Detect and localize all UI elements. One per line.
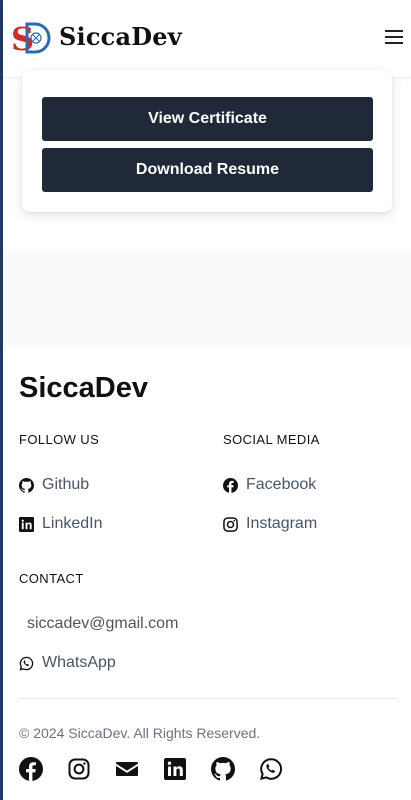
facebook-label: Facebook — [246, 476, 317, 493]
whatsapp-link[interactable]: WhatsApp — [19, 654, 116, 672]
linkedin-icon — [19, 516, 34, 532]
whatsapp-icon[interactable] — [259, 757, 283, 781]
social-icons-row — [19, 757, 283, 781]
email-link[interactable]: siccadev@gmail.com — [27, 615, 178, 633]
whatsapp-icon — [19, 656, 34, 670]
github-icon[interactable] — [211, 757, 235, 781]
footer-divider — [19, 698, 397, 699]
github-label: Github — [42, 476, 90, 493]
mail-icon[interactable] — [115, 757, 139, 781]
linkedin-icon[interactable] — [163, 757, 187, 781]
download-resume-button[interactable]: Download Resume — [42, 148, 373, 192]
facebook-icon[interactable] — [19, 757, 43, 781]
whatsapp-label: WhatsApp — [42, 654, 116, 671]
linkedin-link[interactable]: LinkedIn — [19, 515, 103, 533]
navbar: S SiccaDev — [3, 0, 411, 78]
facebook-link[interactable]: Facebook — [223, 476, 316, 494]
footer-title: SiccaDev — [19, 372, 148, 404]
instagram-icon — [223, 516, 238, 532]
social-media-heading: SOCIAL MEDIA — [223, 432, 320, 447]
instagram-link[interactable]: Instagram — [223, 515, 317, 533]
brand-name[interactable]: SiccaDev — [59, 22, 182, 51]
contact-heading: CONTACT — [19, 571, 84, 586]
facebook-icon — [223, 477, 238, 493]
section-spacer — [3, 250, 411, 346]
siccadev-logo-icon[interactable]: S — [11, 20, 51, 56]
resume-card: View Certificate Download Resume — [22, 70, 392, 212]
email-address: siccadev@gmail.com — [27, 615, 179, 632]
github-link[interactable]: Github — [19, 476, 89, 494]
copyright-text: © 2024 SiccaDev. All Rights Reserved. — [19, 725, 261, 741]
menu-icon[interactable] — [385, 26, 403, 46]
linkedin-label: LinkedIn — [42, 515, 103, 532]
left-edge-bar — [0, 0, 3, 800]
instagram-label: Instagram — [246, 515, 318, 532]
github-icon — [19, 477, 34, 493]
instagram-icon[interactable] — [67, 757, 91, 781]
view-certificate-button[interactable]: View Certificate — [42, 97, 373, 141]
follow-us-heading: FOLLOW US — [19, 432, 100, 447]
